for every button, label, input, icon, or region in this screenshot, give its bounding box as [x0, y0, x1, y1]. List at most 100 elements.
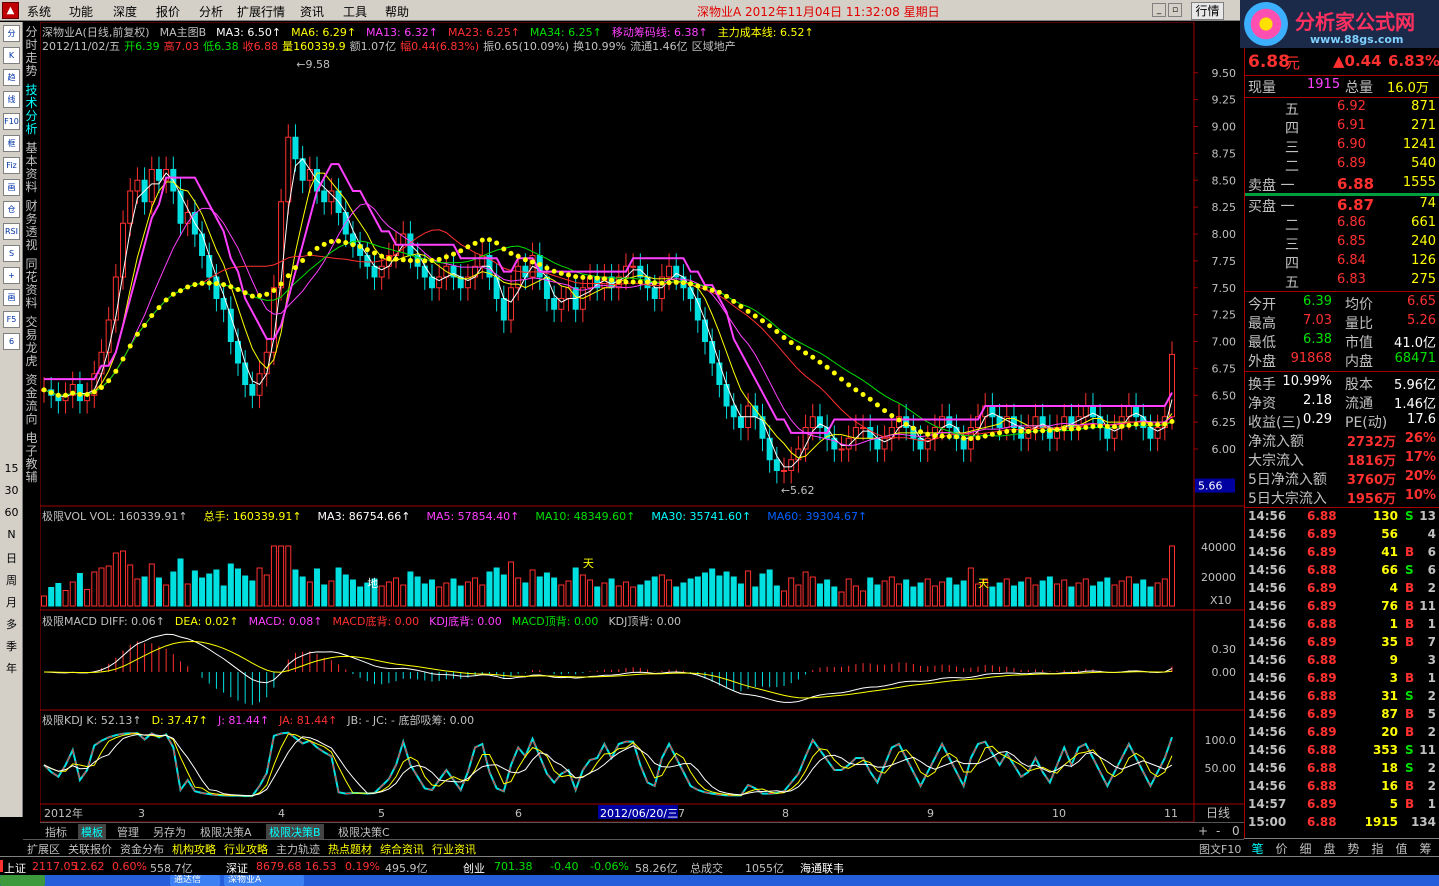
period-3[interactable]: N: [3, 528, 20, 541]
tool-4-icon[interactable]: F10: [3, 113, 20, 130]
template-tab-3[interactable]: 另存为: [150, 824, 189, 840]
right-tab-0[interactable]: 笔: [1246, 840, 1269, 857]
candle: [594, 264, 601, 301]
menu-tools[interactable]: 工具: [343, 3, 367, 20]
buy-level[interactable]: 五 6.83 275: [1245, 272, 1439, 291]
period-8[interactable]: 季: [3, 638, 20, 654]
divider: [1245, 75, 1439, 76]
right-tab-3[interactable]: 盘: [1318, 840, 1341, 857]
taskbar-app[interactable]: 深物业A: [224, 875, 304, 886]
menu-depth[interactable]: 深度: [113, 3, 137, 20]
start-button[interactable]: [0, 875, 45, 886]
buy-level[interactable]: 二 6.86 661: [1245, 215, 1439, 234]
flow-pct: 10%: [1404, 488, 1436, 503]
period-1[interactable]: 30: [3, 484, 20, 497]
template-tab-2[interactable]: 管理: [114, 824, 142, 840]
template-tab-0[interactable]: 指标: [42, 824, 70, 840]
vtab-4[interactable]: 同花资料: [24, 258, 39, 310]
right-tab-1[interactable]: 价: [1270, 840, 1293, 857]
app-logo-icon[interactable]: ▲: [2, 2, 19, 19]
volume-bar: [716, 575, 723, 607]
menu-help[interactable]: 帮助: [385, 3, 409, 20]
period-7[interactable]: 多: [3, 616, 20, 632]
menu-analysis[interactable]: 分析: [199, 3, 223, 20]
menu-system[interactable]: 系统: [27, 3, 51, 20]
buy-level[interactable]: 买盘 一 6.87 74: [1245, 196, 1439, 215]
period-6[interactable]: 月: [3, 594, 20, 610]
period-0[interactable]: 15: [3, 462, 20, 475]
right-tab-6[interactable]: 值: [1390, 840, 1413, 857]
period-4[interactable]: 日: [3, 550, 20, 566]
vtab-1[interactable]: 技术分析: [24, 84, 39, 136]
sell-level[interactable]: 卖盘 一 6.88 1555: [1245, 175, 1439, 194]
tool-12-icon[interactable]: 画: [3, 289, 20, 306]
tool-8-icon[interactable]: 仓: [3, 201, 20, 218]
sell-level[interactable]: 四 6.91 271: [1245, 118, 1439, 137]
taskbar-app[interactable]: 通达信: [170, 875, 220, 886]
vtab-5[interactable]: 交易龙虎: [24, 316, 39, 368]
right-tab-2[interactable]: 细: [1294, 840, 1317, 857]
minimize-icon[interactable]: _: [1152, 3, 1166, 17]
tool-5-icon[interactable]: 框: [3, 135, 20, 152]
vtab-3[interactable]: 财务透视: [24, 200, 39, 252]
sell-level[interactable]: 三 6.90 1241: [1245, 137, 1439, 156]
f10-button[interactable]: 图文F10: [1199, 841, 1241, 857]
candle: [781, 457, 788, 484]
feature-link-1[interactable]: 关联报价: [68, 841, 112, 857]
sell-level[interactable]: 二 6.89 540: [1245, 156, 1439, 175]
right-tab-5[interactable]: 指: [1366, 840, 1389, 857]
volume-bar: [349, 579, 356, 607]
tool-11-icon[interactable]: +: [3, 267, 20, 284]
period-9[interactable]: 年: [3, 660, 20, 676]
kline-chart[interactable]: 9.50 9.25 9.00 8.75 8.50 8.25 8.00 7.75 7.50 7.25…: [40, 22, 1244, 824]
cost-dot: [1018, 428, 1024, 434]
feature-link-3[interactable]: 机构攻略: [172, 841, 216, 857]
period-5[interactable]: 周: [3, 572, 20, 588]
tool-14-icon[interactable]: 6: [3, 333, 20, 350]
vtab-2[interactable]: 基本资料: [24, 142, 39, 194]
feature-link-0[interactable]: 扩展区: [27, 841, 60, 857]
vtab-7[interactable]: 电子教辅: [24, 432, 39, 484]
menu-news[interactable]: 资讯: [300, 3, 324, 20]
tool-3-icon[interactable]: 线: [3, 91, 20, 108]
template-tab-4[interactable]: 极限决策A: [197, 824, 255, 840]
tool-1-icon[interactable]: K: [3, 47, 20, 64]
zoom-minus-icon[interactable]: -: [1216, 824, 1220, 838]
template-tab-1[interactable]: 模板: [78, 824, 106, 840]
right-tab-4[interactable]: 势: [1342, 840, 1365, 857]
vtab-0[interactable]: 分时走势: [24, 26, 39, 78]
template-tab-6[interactable]: 极限决策C: [335, 824, 393, 840]
buy-level[interactable]: 四 6.84 126: [1245, 253, 1439, 272]
menu-quote[interactable]: 报价: [156, 3, 180, 20]
right-tab-7[interactable]: 筹: [1414, 840, 1437, 857]
tool-2-icon[interactable]: 趋: [3, 69, 20, 86]
feature-link-5[interactable]: 主力轨迹: [276, 841, 320, 857]
feature-link-2[interactable]: 资金分布: [120, 841, 164, 857]
reset-icon[interactable]: 0: [1232, 824, 1240, 838]
volume-bar: [177, 558, 184, 607]
buy-level[interactable]: 三 6.85 240: [1245, 234, 1439, 253]
template-tab-5[interactable]: 极限决策B: [266, 824, 324, 840]
menu-extended-market[interactable]: 扩展行情: [237, 3, 285, 20]
tool-9-icon[interactable]: RSI: [3, 223, 20, 240]
feature-link-6[interactable]: 热点题材: [328, 841, 372, 857]
quote-button[interactable]: 行情: [1191, 2, 1224, 20]
cost-dot: [688, 281, 694, 287]
feature-link-8[interactable]: 行业资讯: [432, 841, 476, 857]
zoom-plus-icon[interactable]: +: [1198, 824, 1208, 838]
feature-link-4[interactable]: 行业攻略: [224, 841, 268, 857]
period-2[interactable]: 60: [3, 506, 20, 519]
sell-level[interactable]: 五 6.92 871: [1245, 99, 1439, 118]
volume-bar: [292, 569, 299, 607]
chart-area[interactable]: 9.50 9.25 9.00 8.75 8.50 8.25 8.00 7.75 7.50 7.25…: [40, 22, 1244, 824]
tool-0-icon[interactable]: 分: [3, 25, 20, 42]
menu-function[interactable]: 功能: [69, 3, 93, 20]
restore-icon[interactable]: ▫: [1168, 3, 1182, 17]
tool-10-icon[interactable]: S: [3, 245, 20, 262]
vtab-6[interactable]: 资金流向: [24, 374, 39, 426]
tool-13-icon[interactable]: F5: [3, 311, 20, 328]
tool-6-icon[interactable]: Fiz: [3, 157, 20, 174]
tool-7-icon[interactable]: 画: [3, 179, 20, 196]
price-tick-label: 8.75: [1212, 147, 1237, 160]
feature-link-7[interactable]: 综合资讯: [380, 841, 424, 857]
